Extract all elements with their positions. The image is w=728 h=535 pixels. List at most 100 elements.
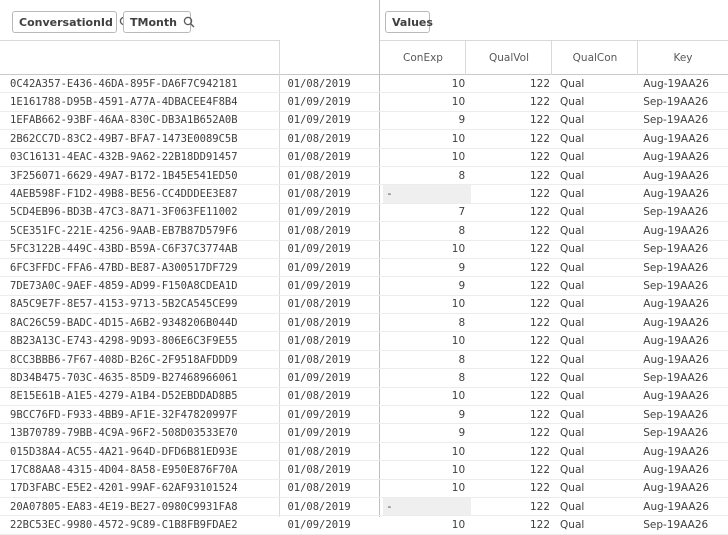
table-row[interactable]: 9BCC76FD-F933-4BB9-AF1E-32F47820997F 01/0… <box>0 406 728 424</box>
cell-conversation-id[interactable]: 5CD4EB96-BD3B-47C3-8A71-3F063FE11002 <box>0 203 283 221</box>
cell-qualvol[interactable]: 122 <box>471 479 556 497</box>
cell-tmonth[interactable]: 01/08/2019 <box>283 332 383 350</box>
cell-conexp[interactable]: 8 <box>383 222 471 240</box>
cell-conversation-id[interactable]: 8D34B475-703C-4635-85D9-B27468966061 <box>0 369 283 387</box>
table-row[interactable]: 5CE351FC-221E-4256-9AAB-EB7B87D579F6 01/0… <box>0 222 728 241</box>
cell-conversation-id[interactable]: 5CE351FC-221E-4256-9AAB-EB7B87D579F6 <box>0 222 283 240</box>
cell-key[interactable]: Sep-19AA26 <box>640 93 728 111</box>
table-row[interactable]: 22BC53EC-9980-4572-9C89-C1B8FB9FDAE2 01/0… <box>0 516 728 535</box>
cell-key[interactable]: Aug-19AA26 <box>640 130 728 148</box>
cell-key[interactable]: Sep-19AA26 <box>640 406 728 424</box>
cell-key[interactable]: Aug-19AA26 <box>640 497 728 515</box>
cell-conversation-id[interactable]: 7DE73A0C-9AEF-4859-AD99-F150A8CDEA1D <box>0 277 283 295</box>
cell-tmonth[interactable]: 01/08/2019 <box>283 497 383 515</box>
table-row[interactable]: 2B62CC7D-83C2-49B7-BFA7-1473E0089C5B 01/0… <box>0 130 728 149</box>
cell-key[interactable]: Aug-19AA26 <box>640 314 728 332</box>
cell-conversation-id[interactable]: 03C16131-4EAC-432B-9A62-22B18DD91457 <box>0 148 283 166</box>
cell-conversation-id[interactable]: 1EFAB662-93BF-46AA-830C-DB3A1B652A0B <box>0 111 283 129</box>
cell-key[interactable]: Sep-19AA26 <box>640 369 728 387</box>
cell-key[interactable]: Aug-19AA26 <box>640 350 728 368</box>
cell-qualvol[interactable]: 122 <box>471 369 556 387</box>
table-row[interactable]: 1E161788-D95B-4591-A77A-4DBACEE4F8B4 01/0… <box>0 93 728 112</box>
cell-conexp[interactable]: 9 <box>383 111 471 129</box>
cell-qualvol[interactable]: 122 <box>471 111 556 129</box>
table-row[interactable]: 8CC3BBB6-7F67-408D-B26C-2F9518AFDDD9 01/0… <box>0 350 728 369</box>
table-row[interactable]: 8AC26C59-BADC-4D15-A6B2-9348206B044D 01/0… <box>0 314 728 332</box>
cell-key[interactable]: Sep-19AA26 <box>640 424 728 442</box>
cell-conversation-id[interactable]: 015D38A4-AC55-4A21-964D-DFD6B81ED93E <box>0 442 283 460</box>
cell-qualcon[interactable]: Qual <box>556 258 640 276</box>
cell-conexp[interactable]: 9 <box>383 277 471 295</box>
cell-tmonth[interactable]: 01/09/2019 <box>283 516 383 534</box>
cell-tmonth[interactable]: 01/08/2019 <box>283 130 383 148</box>
cell-qualcon[interactable]: Qual <box>556 166 640 184</box>
cell-qualcon[interactable]: Qual <box>556 111 640 129</box>
cell-tmonth[interactable]: 01/09/2019 <box>283 277 383 295</box>
cell-qualcon[interactable]: Qual <box>556 148 640 166</box>
table-row[interactable]: 17D3FABC-E5E2-4201-99AF-62AF93101524 01/0… <box>0 479 728 498</box>
cell-qualvol[interactable]: 122 <box>471 442 556 460</box>
cell-conversation-id[interactable]: 1E161788-D95B-4591-A77A-4DBACEE4F8B4 <box>0 93 283 111</box>
cell-conexp[interactable]: 8 <box>383 314 471 332</box>
cell-conexp[interactable]: 7 <box>383 203 471 221</box>
cell-key[interactable]: Aug-19AA26 <box>640 148 728 166</box>
cell-conversation-id[interactable]: 2B62CC7D-83C2-49B7-BFA7-1473E0089C5B <box>0 130 283 148</box>
column-header-qualcon[interactable]: QualCon <box>552 41 638 75</box>
cell-qualvol[interactable]: 122 <box>471 314 556 332</box>
table-row[interactable]: 8E15E61B-A1E5-4279-A1B4-D52EBDDAD8B5 01/0… <box>0 387 728 406</box>
cell-key[interactable]: Sep-19AA26 <box>640 258 728 276</box>
cell-qualvol[interactable]: 122 <box>471 258 556 276</box>
column-header-key[interactable]: Key <box>638 41 728 75</box>
cell-qualcon[interactable]: Qual <box>556 497 640 515</box>
cell-qualcon[interactable]: Qual <box>556 295 640 313</box>
cell-key[interactable]: Aug-19AA26 <box>640 461 728 479</box>
cell-conexp[interactable]: 9 <box>383 424 471 442</box>
cell-qualvol[interactable]: 122 <box>471 424 556 442</box>
cell-tmonth[interactable]: 01/08/2019 <box>283 166 383 184</box>
cell-qualvol[interactable]: 122 <box>471 406 556 424</box>
cell-key[interactable]: Aug-19AA26 <box>640 166 728 184</box>
cell-qualvol[interactable]: 122 <box>471 240 556 258</box>
cell-conversation-id[interactable]: 8A5C9E7F-8E57-4153-9713-5B2CA545CE99 <box>0 295 283 313</box>
cell-conexp[interactable]: - <box>383 497 472 516</box>
cell-conversation-id[interactable]: 4AEB598F-F1D2-49B8-BE56-CC4DDDEE3E87 <box>0 185 283 203</box>
cell-qualcon[interactable]: Qual <box>556 75 640 93</box>
cell-qualcon[interactable]: Qual <box>556 479 640 497</box>
cell-key[interactable]: Sep-19AA26 <box>640 277 728 295</box>
cell-qualcon[interactable]: Qual <box>556 369 640 387</box>
cell-qualcon[interactable]: Qual <box>556 93 640 111</box>
cell-conexp[interactable]: 10 <box>383 75 471 93</box>
table-row[interactable]: 1EFAB662-93BF-46AA-830C-DB3A1B652A0B 01/0… <box>0 111 728 130</box>
cell-tmonth[interactable]: 01/08/2019 <box>283 479 383 497</box>
cell-tmonth[interactable]: 01/08/2019 <box>283 222 383 240</box>
cell-qualcon[interactable]: Qual <box>556 240 640 258</box>
cell-qualvol[interactable]: 122 <box>471 203 556 221</box>
measure-chip-values[interactable]: Values <box>385 11 433 33</box>
cell-tmonth[interactable]: 01/09/2019 <box>283 258 383 276</box>
cell-tmonth[interactable]: 01/08/2019 <box>283 350 383 368</box>
dimension-chip-conversationid[interactable]: ConversationId <box>12 11 131 33</box>
cell-tmonth[interactable]: 01/08/2019 <box>283 442 383 460</box>
cell-qualvol[interactable]: 122 <box>471 166 556 184</box>
table-row[interactable]: 5FC3122B-449C-43BD-B59A-C6F37C3774AB 01/0… <box>0 240 728 259</box>
cell-tmonth[interactable]: 01/08/2019 <box>283 314 383 332</box>
table-row[interactable]: 3F256071-6629-49A7-B172-1B45E541ED50 01/0… <box>0 166 728 185</box>
cell-conexp[interactable]: 8 <box>383 166 471 184</box>
cell-qualvol[interactable]: 122 <box>471 75 556 93</box>
cell-conexp[interactable]: 10 <box>383 387 471 405</box>
cell-qualcon[interactable]: Qual <box>556 387 640 405</box>
cell-qualcon[interactable]: Qual <box>556 332 640 350</box>
table-row[interactable]: 0C42A357-E436-46DA-895F-DA6F7C942181 01/0… <box>0 75 728 93</box>
table-row[interactable]: 7DE73A0C-9AEF-4859-AD99-F150A8CDEA1D 01/0… <box>0 277 728 296</box>
cell-conexp[interactable]: 10 <box>383 479 471 497</box>
cell-conexp[interactable]: 10 <box>383 332 471 350</box>
cell-tmonth[interactable]: 01/09/2019 <box>283 424 383 442</box>
cell-qualcon[interactable]: Qual <box>556 185 640 203</box>
column-header-conexp[interactable]: ConExp <box>380 41 466 75</box>
cell-conexp[interactable]: 10 <box>383 240 471 258</box>
cell-key[interactable]: Aug-19AA26 <box>640 185 728 203</box>
cell-qualcon[interactable]: Qual <box>556 461 640 479</box>
table-row[interactable]: 4AEB598F-F1D2-49B8-BE56-CC4DDDEE3E87 01/0… <box>0 184 728 204</box>
cell-conexp[interactable]: 8 <box>383 350 471 368</box>
cell-conexp[interactable]: 10 <box>383 442 471 460</box>
